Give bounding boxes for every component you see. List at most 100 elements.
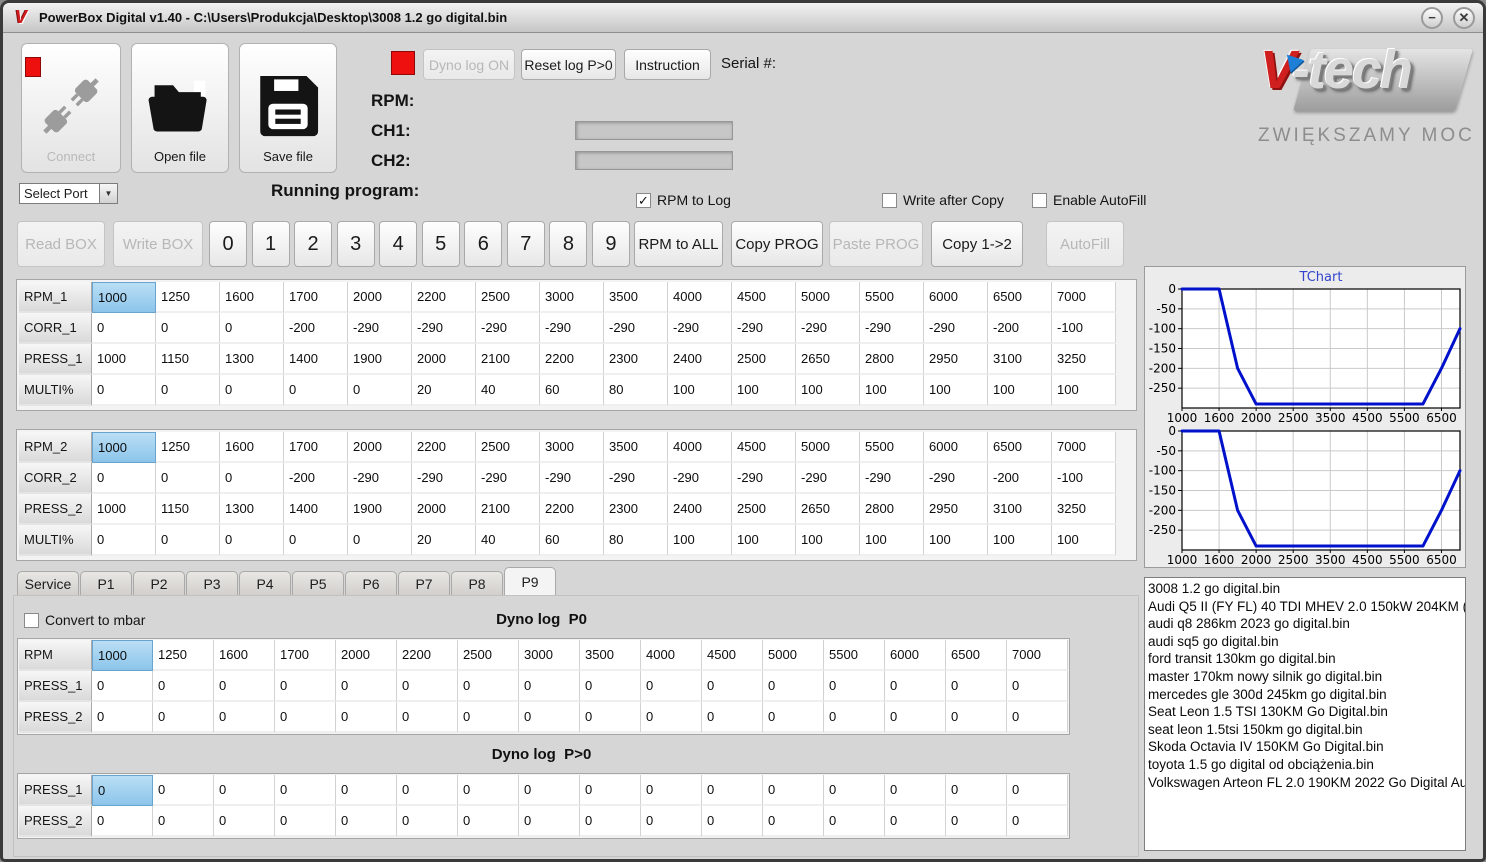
cell-RPM_2-15[interactable]: 7000 xyxy=(1052,432,1116,463)
cell-PRESS_1-3[interactable]: 0 xyxy=(275,775,336,806)
cell-MULTI%-13[interactable]: 100 xyxy=(924,525,988,556)
cell-MULTI%-12[interactable]: 100 xyxy=(860,375,924,406)
cell-CORR_2-8[interactable]: -290 xyxy=(604,463,668,494)
cell-RPM_2-7[interactable]: 3000 xyxy=(540,432,604,463)
cell-PRESS_1-5[interactable]: 0 xyxy=(397,775,458,806)
cell-PRESS_1-4[interactable]: 1900 xyxy=(348,344,412,375)
cell-PRESS_1-4[interactable]: 0 xyxy=(336,775,397,806)
cell-PRESS_2-1[interactable]: 0 xyxy=(153,702,214,733)
cell-CORR_2-14[interactable]: -200 xyxy=(988,463,1052,494)
cell-PRESS_2-12[interactable]: 2800 xyxy=(860,494,924,525)
cell-MULTI%-7[interactable]: 60 xyxy=(540,375,604,406)
cell-MULTI%-9[interactable]: 100 xyxy=(668,375,732,406)
reset-log-button[interactable]: Reset log P>0 xyxy=(521,49,616,80)
tab-p3[interactable]: P3 xyxy=(186,571,238,595)
list-item[interactable]: Skoda Octavia IV 150KM Go Digital.bin xyxy=(1148,738,1465,756)
cell-MULTI%-11[interactable]: 100 xyxy=(796,525,860,556)
cell-CORR_2-7[interactable]: -290 xyxy=(540,463,604,494)
cell-RPM_1-13[interactable]: 6000 xyxy=(924,282,988,313)
cell-CORR_1-13[interactable]: -290 xyxy=(924,313,988,344)
cell-MULTI%-7[interactable]: 60 xyxy=(540,525,604,556)
cell-MULTI%-12[interactable]: 100 xyxy=(860,525,924,556)
cell-RPM_2-9[interactable]: 4000 xyxy=(668,432,732,463)
cell-CORR_1-3[interactable]: -200 xyxy=(284,313,348,344)
cell-RPM_1-15[interactable]: 7000 xyxy=(1052,282,1116,313)
cell-PRESS_2-0[interactable]: 0 xyxy=(92,702,153,733)
cell-PRESS_2-2[interactable]: 1300 xyxy=(220,494,284,525)
cell-MULTI%-11[interactable]: 100 xyxy=(796,375,860,406)
cell-PRESS_1-7[interactable]: 2200 xyxy=(540,344,604,375)
cell-PRESS_2-3[interactable]: 0 xyxy=(275,806,336,837)
cell-CORR_2-6[interactable]: -290 xyxy=(476,463,540,494)
cell-RPM-13[interactable]: 6000 xyxy=(885,640,946,671)
cell-MULTI%-14[interactable]: 100 xyxy=(988,525,1052,556)
cell-RPM-5[interactable]: 2200 xyxy=(397,640,458,671)
cell-PRESS_2-0[interactable]: 1000 xyxy=(92,494,156,525)
cell-PRESS_1-14[interactable]: 3100 xyxy=(988,344,1052,375)
cell-RPM_1-0[interactable]: 1000 xyxy=(92,282,156,313)
cell-PRESS_2-9[interactable]: 0 xyxy=(641,806,702,837)
digit-button-5[interactable]: 5 xyxy=(421,221,460,267)
cell-PRESS_1-7[interactable]: 0 xyxy=(519,775,580,806)
cell-RPM-12[interactable]: 5500 xyxy=(824,640,885,671)
cell-RPM_1-4[interactable]: 2000 xyxy=(348,282,412,313)
cell-RPM_2-11[interactable]: 5000 xyxy=(796,432,860,463)
checkbox-box[interactable]: ✓ xyxy=(636,192,651,208)
cell-CORR_1-7[interactable]: -290 xyxy=(540,313,604,344)
cell-PRESS_1-13[interactable]: 0 xyxy=(885,775,946,806)
cell-PRESS_1-6[interactable]: 0 xyxy=(458,775,519,806)
cell-MULTI%-15[interactable]: 100 xyxy=(1052,525,1116,556)
cell-PRESS_1-10[interactable]: 2500 xyxy=(732,344,796,375)
cell-PRESS_2-10[interactable]: 0 xyxy=(702,702,763,733)
digit-button-2[interactable]: 2 xyxy=(294,221,333,267)
cell-PRESS_2-7[interactable]: 0 xyxy=(519,806,580,837)
copy-1-to-2-button[interactable]: Copy 1->2 xyxy=(931,221,1023,267)
cell-PRESS_2-5[interactable]: 0 xyxy=(397,806,458,837)
list-item[interactable]: Audi Q5 II (FY FL) 40 TDI MHEV 2.0 150kW… xyxy=(1148,598,1465,616)
cell-MULTI%-0[interactable]: 0 xyxy=(92,525,156,556)
cell-RPM-2[interactable]: 1600 xyxy=(214,640,275,671)
save-file-button[interactable]: Save file xyxy=(239,43,337,173)
cell-PRESS_2-11[interactable]: 2650 xyxy=(796,494,860,525)
cell-PRESS_1-1[interactable]: 0 xyxy=(153,671,214,702)
cell-MULTI%-3[interactable]: 0 xyxy=(284,525,348,556)
cell-RPM_1-5[interactable]: 2200 xyxy=(412,282,476,313)
cell-CORR_2-10[interactable]: -290 xyxy=(732,463,796,494)
list-item[interactable]: toyota 1.5 go digital od obciążenia.bin xyxy=(1148,756,1465,774)
cell-MULTI%-5[interactable]: 20 xyxy=(412,375,476,406)
cell-MULTI%-4[interactable]: 0 xyxy=(348,525,412,556)
cell-PRESS_1-9[interactable]: 2400 xyxy=(668,344,732,375)
tab-p2[interactable]: P2 xyxy=(133,571,185,595)
cell-PRESS_2-10[interactable]: 0 xyxy=(702,806,763,837)
cell-RPM_2-1[interactable]: 1250 xyxy=(156,432,220,463)
cell-PRESS_1-9[interactable]: 0 xyxy=(641,775,702,806)
cell-PRESS_2-4[interactable]: 1900 xyxy=(348,494,412,525)
instruction-button[interactable]: Instruction xyxy=(624,49,711,80)
cell-PRESS_1-0[interactable]: 0 xyxy=(92,775,153,806)
cell-PRESS_2-13[interactable]: 2950 xyxy=(924,494,988,525)
cell-PRESS_1-14[interactable]: 0 xyxy=(946,671,1007,702)
cell-PRESS_2-12[interactable]: 0 xyxy=(824,702,885,733)
cell-PRESS_1-13[interactable]: 2950 xyxy=(924,344,988,375)
cell-PRESS_1-12[interactable]: 2800 xyxy=(860,344,924,375)
cell-RPM_1-11[interactable]: 5000 xyxy=(796,282,860,313)
cell-PRESS_1-2[interactable]: 0 xyxy=(214,671,275,702)
digit-button-0[interactable]: 0 xyxy=(209,221,247,267)
cell-PRESS_1-11[interactable]: 0 xyxy=(763,775,824,806)
cell-RPM_1-14[interactable]: 6500 xyxy=(988,282,1052,313)
open-file-button[interactable]: Open file xyxy=(131,43,229,173)
cell-PRESS_1-10[interactable]: 0 xyxy=(702,671,763,702)
cell-MULTI%-10[interactable]: 100 xyxy=(732,375,796,406)
cell-MULTI%-4[interactable]: 0 xyxy=(348,375,412,406)
cell-PRESS_2-7[interactable]: 2200 xyxy=(540,494,604,525)
cell-MULTI%-6[interactable]: 40 xyxy=(476,525,540,556)
cell-PRESS_2-6[interactable]: 2100 xyxy=(476,494,540,525)
cell-PRESS_1-1[interactable]: 0 xyxy=(153,775,214,806)
digit-button-6[interactable]: 6 xyxy=(464,221,503,267)
checkbox-box[interactable] xyxy=(1032,192,1047,208)
cell-RPM-11[interactable]: 5000 xyxy=(763,640,824,671)
cell-PRESS_1-2[interactable]: 1300 xyxy=(220,344,284,375)
cell-PRESS_2-9[interactable]: 0 xyxy=(641,702,702,733)
cell-RPM_2-8[interactable]: 3500 xyxy=(604,432,668,463)
cell-RPM-6[interactable]: 2500 xyxy=(458,640,519,671)
